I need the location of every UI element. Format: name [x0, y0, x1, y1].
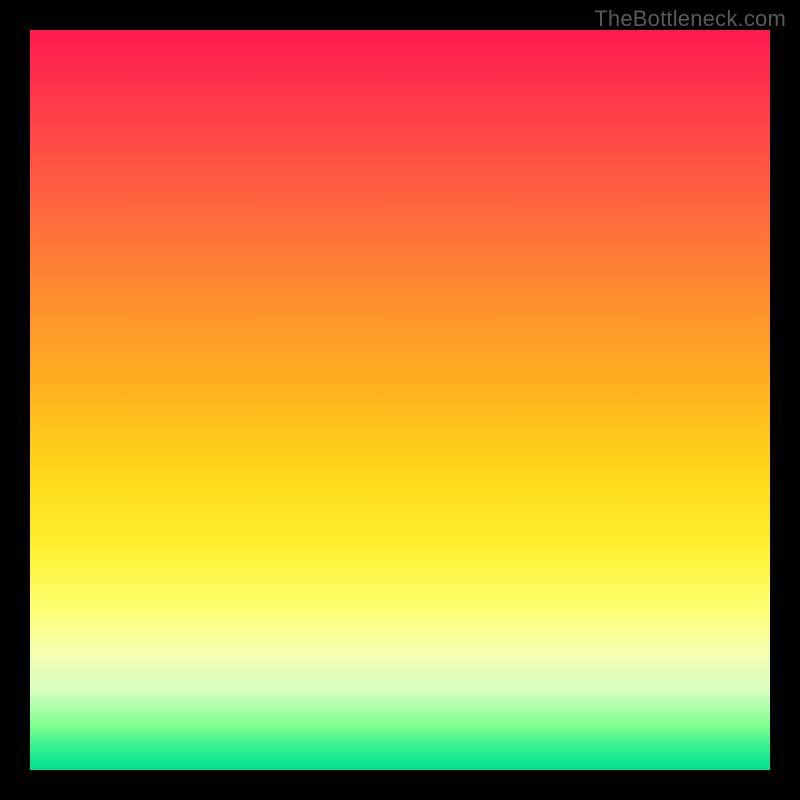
chart-frame: TheBottleneck.com — [0, 0, 800, 800]
watermark-text: TheBottleneck.com — [594, 6, 786, 32]
plot-area — [30, 30, 770, 770]
curve-svg — [30, 30, 770, 770]
